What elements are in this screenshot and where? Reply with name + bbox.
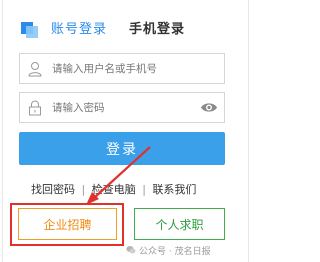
link-separator: | bbox=[142, 183, 146, 196]
forgot-password-link[interactable]: 找回密码 bbox=[31, 181, 75, 197]
contact-us-link[interactable]: 联系我们 bbox=[152, 181, 196, 197]
check-computer-link[interactable]: 检查电脑 bbox=[92, 181, 136, 197]
tab-phone-login[interactable]: 手机登录 bbox=[129, 22, 185, 38]
watermark: 公众号 · 茂名日报 bbox=[126, 243, 211, 257]
login-tabs: 账号登录 手机登录 bbox=[21, 20, 221, 40]
login-button[interactable]: 登录 bbox=[19, 132, 225, 165]
password-field[interactable] bbox=[19, 92, 225, 123]
wechat-icon bbox=[126, 246, 136, 254]
logo-icon bbox=[21, 22, 39, 38]
business-recruit-button[interactable]: 企业招聘 bbox=[18, 208, 117, 240]
username-input[interactable] bbox=[52, 54, 202, 83]
tab-account-login[interactable]: 账号登录 bbox=[51, 22, 107, 38]
link-separator: | bbox=[81, 183, 86, 196]
watermark-text: 公众号 · 茂名日报 bbox=[139, 246, 211, 257]
user-icon bbox=[28, 62, 42, 77]
lock-icon bbox=[29, 100, 41, 116]
username-field[interactable] bbox=[19, 53, 225, 84]
eye-icon[interactable] bbox=[200, 101, 218, 114]
password-input[interactable] bbox=[52, 93, 202, 122]
personal-job-button[interactable]: 个人求职 bbox=[134, 208, 225, 240]
help-links: 找回密码 | 检查电脑 | 联系我们 bbox=[31, 181, 196, 197]
